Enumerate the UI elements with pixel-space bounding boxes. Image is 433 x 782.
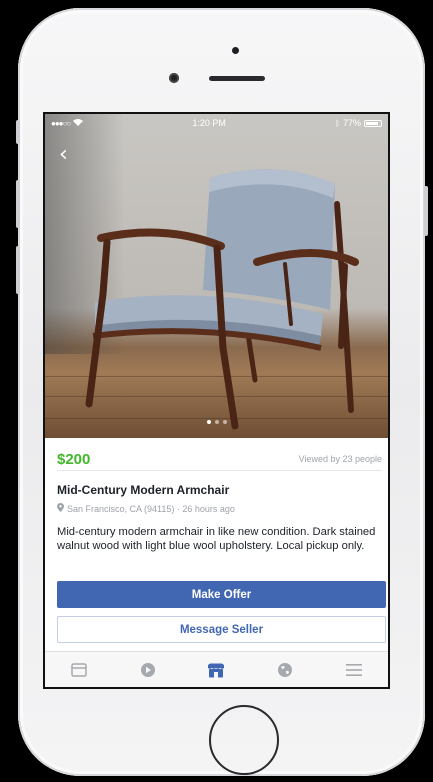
front-camera <box>169 73 179 83</box>
location-text: San Francisco, CA (94115) · 26 hours ago <box>67 504 235 514</box>
wifi-icon <box>73 118 84 128</box>
message-seller-button[interactable]: Message Seller <box>57 616 386 643</box>
status-time: 1:20 PM <box>192 118 226 128</box>
power-button[interactable] <box>424 186 428 236</box>
pager-dot[interactable] <box>206 420 211 424</box>
video-icon <box>140 663 155 677</box>
marketplace-icon <box>208 663 225 677</box>
sensor-dot <box>232 47 239 54</box>
listing-price: $200 <box>57 450 91 468</box>
app-screen: ●●●○○ 1:20 PM ᛒ 77% ‹ $200 Viewed by 23 … <box>43 112 390 689</box>
tab-video[interactable] <box>136 658 160 682</box>
status-bar: ●●●○○ 1:20 PM ᛒ 77% <box>45 114 388 132</box>
mute-switch[interactable] <box>16 120 20 144</box>
tab-menu[interactable] <box>342 658 366 682</box>
battery-percent: 77% <box>342 118 361 128</box>
armchair-illustration <box>85 169 359 430</box>
news-feed-icon <box>71 663 88 677</box>
volume-down-button[interactable] <box>16 246 20 294</box>
tab-marketplace[interactable] <box>204 658 228 682</box>
home-button[interactable] <box>209 705 279 775</box>
earpiece-speaker <box>209 76 265 81</box>
price-row: $200 Viewed by 23 people <box>57 448 382 471</box>
bottom-tab-bar <box>45 651 388 687</box>
bluetooth-icon: ᛒ <box>335 118 340 128</box>
photo-pager[interactable] <box>45 420 388 424</box>
tab-news-feed[interactable] <box>67 658 91 682</box>
location-pin-icon <box>57 503 64 515</box>
listing-photo[interactable]: ●●●○○ 1:20 PM ᛒ 77% ‹ <box>45 114 388 438</box>
listing-location[interactable]: San Francisco, CA (94115) · 26 hours ago <box>57 503 235 515</box>
back-chevron-icon[interactable]: ‹ <box>59 144 68 166</box>
globe-icon <box>278 663 293 677</box>
battery-icon <box>364 119 382 127</box>
pager-dot[interactable] <box>214 420 219 424</box>
menu-icon <box>345 664 362 676</box>
view-count: Viewed by 23 people <box>298 454 382 464</box>
listing-title: Mid-Century Modern Armchair <box>57 483 230 497</box>
volume-up-button[interactable] <box>16 180 20 228</box>
tab-notifications[interactable] <box>273 658 297 682</box>
signal-icon: ●●●○○ <box>51 118 71 128</box>
listing-description: Mid-century modern armchair in like new … <box>57 526 376 552</box>
make-offer-button[interactable]: Make Offer <box>57 581 386 608</box>
pager-dot[interactable] <box>222 420 227 424</box>
